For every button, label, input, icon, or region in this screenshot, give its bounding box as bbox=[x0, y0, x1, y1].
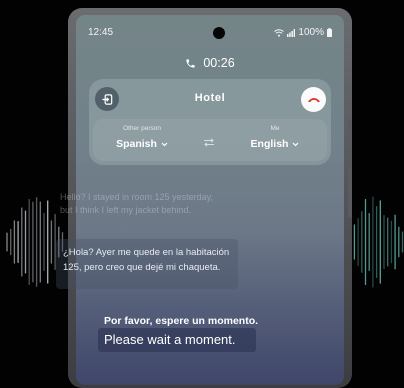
phone-side-button bbox=[348, 166, 352, 218]
original-message-text: Hello? I stayed in room 125 yesterday, b… bbox=[60, 192, 213, 215]
status-icons: 100% bbox=[274, 27, 332, 38]
chevron-down-icon bbox=[161, 142, 168, 146]
swap-icon[interactable] bbox=[203, 138, 215, 147]
my-language-value: English bbox=[250, 138, 289, 150]
hang-up-button[interactable] bbox=[301, 87, 326, 112]
waveform-right bbox=[346, 196, 404, 288]
status-bar: 12:45 100% bbox=[88, 27, 332, 41]
my-language-dropdown[interactable]: English bbox=[251, 138, 300, 150]
chevron-down-icon bbox=[293, 142, 299, 146]
pending-translation-text: Por favor, espere un momento. bbox=[104, 315, 259, 327]
signal-icon bbox=[287, 28, 296, 37]
phone-side-button bbox=[348, 120, 352, 148]
wifi-icon bbox=[274, 28, 285, 37]
call-duration: 00:26 bbox=[203, 56, 235, 70]
other-person-language-dropdown[interactable]: Spanish bbox=[116, 138, 168, 150]
hang-up-icon bbox=[307, 98, 320, 103]
translated-message-text: ¿Hola? Ayer me quede en la habitación 12… bbox=[63, 247, 230, 273]
battery-icon bbox=[327, 28, 332, 37]
other-person-language-value: Spanish bbox=[116, 138, 157, 150]
reply-message-text: Please wait a moment. bbox=[104, 332, 236, 347]
battery-percent: 100% bbox=[298, 27, 324, 38]
me-label: Me bbox=[270, 125, 280, 132]
call-header-card: Hotel Other person Spanish Me English bbox=[89, 79, 331, 165]
conversation-title: Hotel bbox=[194, 92, 226, 104]
my-language[interactable]: Me English bbox=[227, 125, 323, 152]
other-person-language[interactable]: Other person Spanish bbox=[97, 125, 187, 152]
status-time: 12:45 bbox=[88, 27, 114, 38]
language-selector-panel: Other person Spanish Me English bbox=[93, 119, 327, 161]
phone-icon bbox=[186, 58, 195, 68]
other-person-label: Other person bbox=[123, 125, 161, 132]
front-camera bbox=[213, 27, 225, 39]
call-timer: 00:26 bbox=[76, 56, 344, 70]
